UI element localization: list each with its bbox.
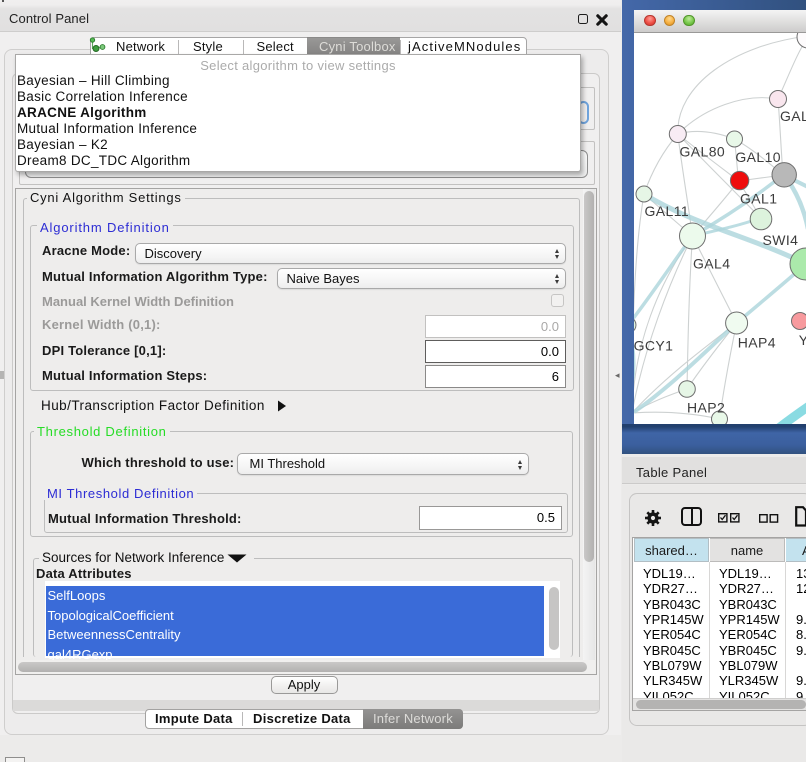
svg-text:GCY1: GCY1 xyxy=(634,338,673,354)
svg-text:GAL1: GAL1 xyxy=(740,191,777,207)
svg-text:HAP4: HAP4 xyxy=(738,335,776,351)
svg-text:GAL4: GAL4 xyxy=(693,256,730,272)
svg-text:SWI4: SWI4 xyxy=(763,232,799,248)
svg-text:HAP2: HAP2 xyxy=(687,400,725,416)
svg-text:GAL80: GAL80 xyxy=(680,144,726,160)
svg-text:GAL11: GAL11 xyxy=(645,203,690,219)
svg-text:GAL10: GAL10 xyxy=(735,149,781,165)
svg-text:GAL: GAL xyxy=(780,108,806,124)
svg-text:Y: Y xyxy=(799,332,806,348)
